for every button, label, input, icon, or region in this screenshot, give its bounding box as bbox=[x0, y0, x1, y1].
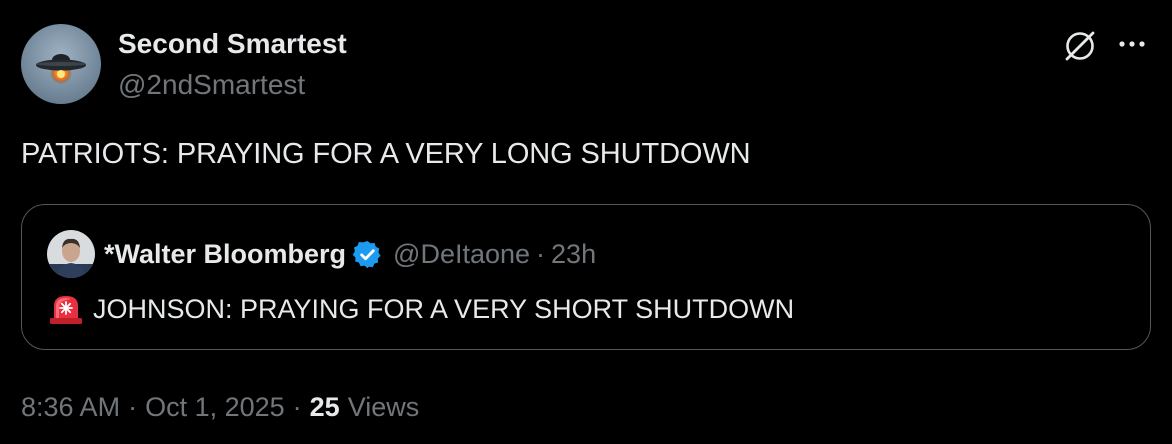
grok-button[interactable] bbox=[1062, 28, 1098, 64]
quoted-author-handle[interactable]: @DeItaone bbox=[393, 239, 530, 270]
more-options-button[interactable] bbox=[1116, 34, 1148, 54]
tweet-timestamp-time[interactable]: 8:36 AM bbox=[21, 392, 120, 423]
quoted-tweet-body: JOHNSON: PRAYING FOR A VERY SHORT SHUTDO… bbox=[47, 291, 794, 327]
views-label: Views bbox=[347, 391, 420, 422]
tweet-text: PATRIOTS: PRAYING FOR A VERY LONG SHUTDO… bbox=[21, 138, 751, 170]
separator-dot: · bbox=[292, 391, 302, 422]
tweet: Second Smartest @2ndSmartest PATRIOTS: P… bbox=[0, 0, 1172, 444]
more-dots-icon bbox=[1119, 41, 1145, 47]
ufo-icon bbox=[21, 24, 101, 104]
quoted-tweet-time[interactable]: 23h bbox=[551, 239, 596, 270]
quoted-tweet-header: *Walter Bloomberg @DeItaone · 23h bbox=[104, 236, 596, 272]
quoted-tweet-text: JOHNSON: PRAYING FOR A VERY SHORT SHUTDO… bbox=[93, 293, 795, 324]
verified-badge-icon bbox=[352, 239, 383, 270]
views-count: 25 bbox=[309, 391, 340, 422]
quoted-author-name[interactable]: *Walter Bloomberg bbox=[104, 239, 346, 270]
quoted-author-avatar[interactable] bbox=[47, 230, 95, 278]
separator-dot: · bbox=[536, 238, 546, 269]
tweet-timestamp-date[interactable]: Oct 1, 2025 bbox=[145, 392, 285, 423]
author-avatar[interactable] bbox=[21, 24, 101, 104]
person-avatar-icon bbox=[47, 230, 95, 278]
author-name[interactable]: Second Smartest bbox=[118, 28, 347, 60]
quoted-tweet[interactable]: *Walter Bloomberg @DeItaone · 23h JOHNSO… bbox=[21, 204, 1151, 350]
author-handle[interactable]: @2ndSmartest bbox=[118, 69, 305, 101]
separator-dot: · bbox=[128, 391, 138, 422]
tweet-meta: 8:36 AM · Oct 1, 2025 · 25 Views bbox=[21, 390, 419, 424]
grok-icon bbox=[1065, 31, 1095, 61]
siren-icon bbox=[50, 296, 82, 324]
